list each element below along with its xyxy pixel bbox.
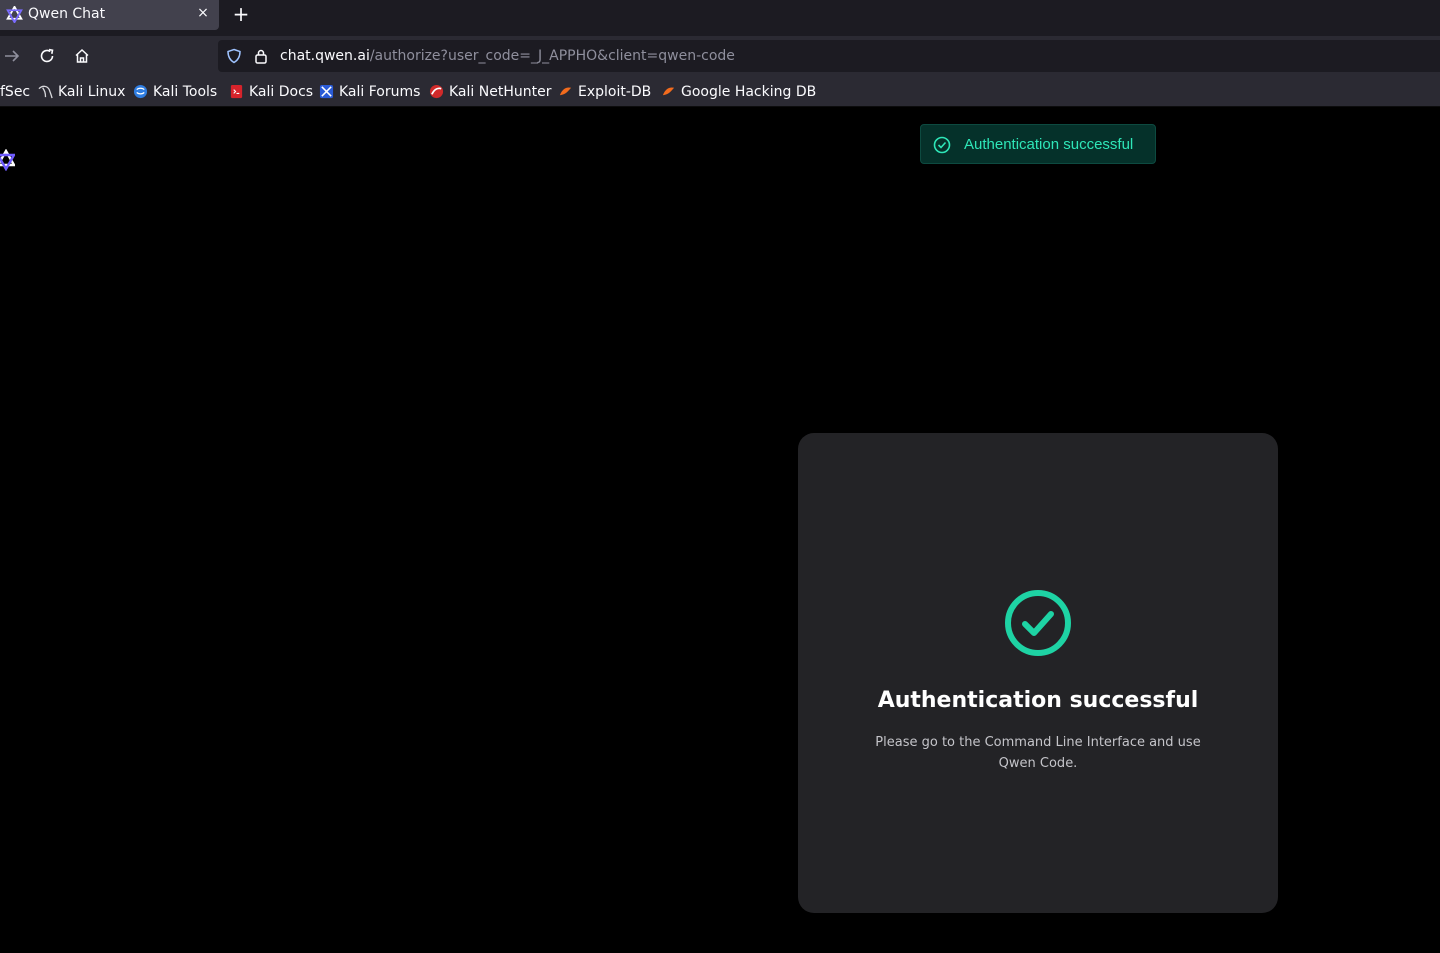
tab-close-icon[interactable]: ×: [196, 6, 210, 20]
new-tab-button[interactable]: +: [231, 4, 251, 24]
tab-title: Qwen Chat: [28, 6, 106, 22]
bookmarks-toolbar: fSec Kali Linux Kali Tools Kali Docs Kal…: [0, 76, 1440, 107]
tracking-protection-shield-icon[interactable]: [226, 48, 242, 64]
auth-success-card: Authentication successful Please go to t…: [798, 433, 1278, 913]
exploit-db-icon: [559, 87, 572, 96]
url-bar[interactable]: chat.qwen.ai/authorize?user_code=_J_APPH…: [218, 40, 1440, 72]
url-text[interactable]: chat.qwen.ai/authorize?user_code=_J_APPH…: [280, 48, 735, 64]
card-description: Please go to the Command Line Interface …: [875, 735, 1201, 771]
kali-forums-icon: [319, 84, 334, 99]
bookmark-kali-docs[interactable]: Kali Docs: [229, 83, 313, 100]
url-path: /authorize?user_code=_J_APPHO&client=qwe…: [369, 48, 735, 64]
check-circle-icon: [933, 136, 951, 154]
success-toast: Authentication successful: [920, 124, 1156, 164]
qwen-logo-icon: [6, 6, 23, 23]
forward-button[interactable]: [0, 44, 24, 68]
toast-message: Authentication successful: [964, 136, 1134, 153]
bookmark-google-hacking-db[interactable]: Google Hacking DB: [661, 83, 816, 100]
qwen-logo-icon[interactable]: [0, 149, 15, 171]
bookmark-exploit-db[interactable]: Exploit-DB: [558, 83, 651, 100]
reload-button[interactable]: [35, 44, 59, 68]
bookmark-label: Kali Docs: [249, 83, 314, 100]
bookmark-offsec[interactable]: fSec: [0, 83, 30, 100]
bookmark-label: Google Hacking DB: [681, 83, 817, 100]
bookmark-kali-forums[interactable]: Kali Forums: [319, 83, 420, 100]
home-icon: [75, 48, 89, 63]
success-check-icon: [1005, 590, 1071, 656]
home-button[interactable]: [70, 44, 94, 68]
bookmark-kali-nethunter[interactable]: Kali NetHunter: [429, 83, 551, 100]
ghdb-icon: [662, 87, 675, 96]
kali-dragon-icon: [38, 85, 53, 99]
bookmark-kali-tools[interactable]: Kali Tools: [133, 83, 217, 100]
kali-tools-icon: [133, 84, 148, 99]
bookmark-label: fSec: [0, 83, 31, 100]
page-content: Authentication successful Authentication…: [0, 107, 1440, 953]
url-host: chat.qwen.ai: [280, 48, 370, 64]
tab-strip: Qwen Chat × +: [0, 0, 1440, 36]
reload-icon: [40, 48, 54, 63]
bookmark-kali-linux[interactable]: Kali Linux: [38, 83, 125, 100]
lock-icon[interactable]: [253, 48, 269, 64]
bookmark-label: Kali Forums: [339, 83, 421, 100]
tab-qwen-chat[interactable]: Qwen Chat ×: [0, 0, 219, 30]
bookmark-label: Exploit-DB: [578, 83, 652, 100]
nethunter-icon: [429, 84, 444, 99]
bookmark-label: Kali Tools: [153, 83, 218, 100]
bookmark-label: Kali NetHunter: [449, 83, 552, 100]
kali-docs-icon: [230, 84, 243, 99]
bookmark-label: Kali Linux: [58, 83, 126, 100]
navigation-toolbar: chat.qwen.ai/authorize?user_code=_J_APPH…: [0, 36, 1440, 76]
card-title: Authentication successful: [877, 688, 1199, 713]
arrow-right-icon: [5, 50, 20, 62]
